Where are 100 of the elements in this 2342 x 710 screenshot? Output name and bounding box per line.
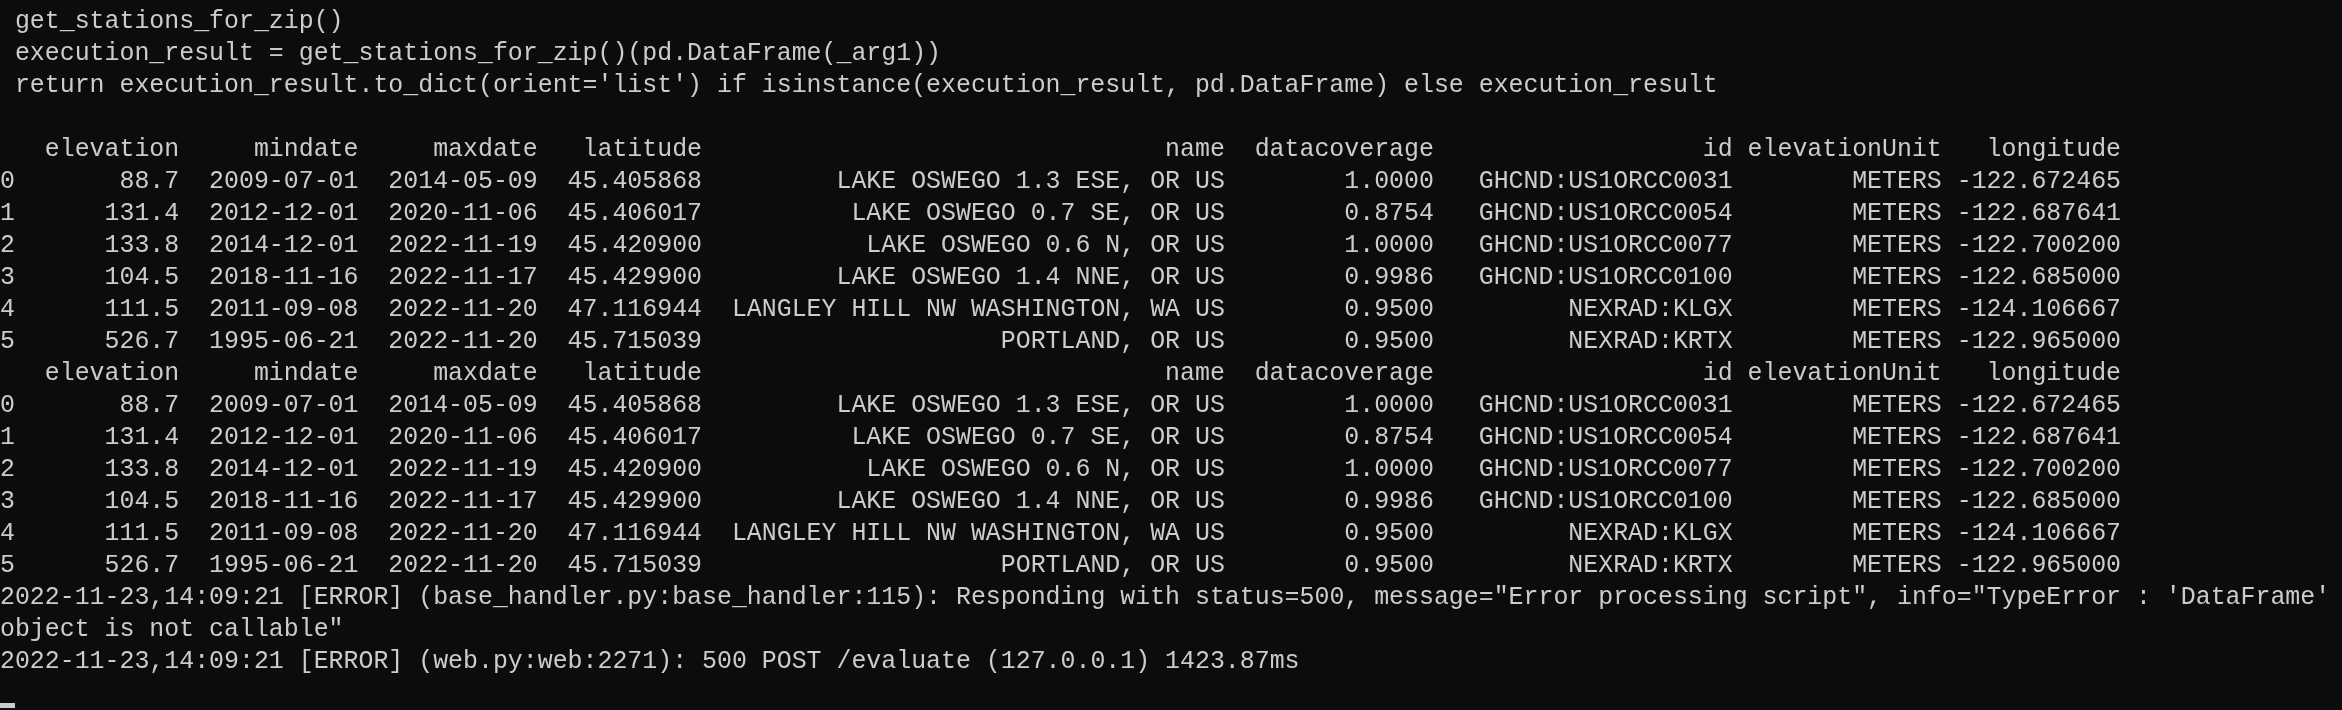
row-index: 2: [0, 454, 15, 485]
table-cell-text: -124.106667: [1956, 518, 2122, 549]
table-cell-text: -122.685000: [1956, 486, 2122, 517]
code-line: return execution_result.to_dict(orient='list') if isinstance(execution_result, pd.DataFrame) else execution_result: [14, 71, 1718, 99]
table-cell-text: -124.106667: [1956, 294, 2122, 325]
table-cell-text: LAKE OSWEGO 0.6 N, OR US: [866, 454, 1225, 485]
table-cell-text: GHCND:US1ORCC0077: [1478, 454, 1733, 485]
table-cell-text: 2014-05-09: [388, 166, 538, 197]
table-cell-text: -122.687641: [1956, 422, 2122, 453]
column-header: elevationUnit: [1747, 358, 1942, 389]
table-cell-text: 45.420900: [567, 454, 703, 485]
column-header: id: [1702, 134, 1733, 165]
table-cell-text: 2011-09-08: [209, 294, 359, 325]
table-cell-text: 45.715039: [567, 550, 703, 581]
column-header: id: [1702, 358, 1733, 389]
text-cursor: [0, 703, 15, 708]
table-cell-text: -122.687641: [1956, 198, 2122, 229]
table-cell-text: 45.405868: [567, 166, 703, 197]
table-cell-text: 104.5: [104, 486, 180, 517]
table-cell-text: 0.8754: [1344, 198, 1434, 229]
table-cell-text: LAKE OSWEGO 1.3 ESE, OR US: [836, 390, 1225, 421]
table-cell-text: 2018-11-16: [209, 262, 359, 293]
table-cell-text: 1995-06-21: [209, 550, 359, 581]
column-header: name: [1165, 134, 1225, 165]
table-cell-text: 2022-11-20: [388, 326, 538, 357]
table-cell-text: 0.8754: [1344, 422, 1434, 453]
table-cell-text: 526.7: [104, 550, 180, 581]
table-cell-text: 47.116944: [567, 294, 703, 325]
table-cell-text: 131.4: [104, 422, 180, 453]
table-cell-text: 2011-09-08: [209, 518, 359, 549]
column-header: longitude: [1986, 134, 2122, 165]
row-index: 5: [0, 550, 15, 581]
table-cell-text: NEXRAD:KLGX: [1568, 294, 1733, 325]
table-cell-text: GHCND:US1ORCC0054: [1478, 422, 1733, 453]
table-cell-text: METERS: [1852, 198, 1942, 229]
table-cell-text: -122.965000: [1956, 550, 2122, 581]
table-cell-text: GHCND:US1ORCC0100: [1478, 486, 1733, 517]
table-cell-text: 2022-11-19: [388, 230, 538, 261]
table-cell-text: 2022-11-17: [388, 262, 538, 293]
table-cell-text: 88.7: [119, 166, 180, 197]
table-cell-text: 2022-11-20: [388, 550, 538, 581]
table-cell-text: PORTLAND, OR US: [1000, 550, 1225, 581]
table-cell-text: 2020-11-06: [388, 198, 538, 229]
table-cell-text: METERS: [1852, 166, 1942, 197]
table-cell-text: GHCND:US1ORCC0054: [1478, 198, 1733, 229]
column-header: datacoverage: [1254, 358, 1434, 389]
table-cell-text: 47.116944: [567, 518, 703, 549]
table-cell-text: 2022-11-19: [388, 454, 538, 485]
table-cell-text: METERS: [1852, 518, 1942, 549]
column-header: maxdate: [433, 358, 538, 389]
column-header: maxdate: [433, 134, 538, 165]
table-cell-text: 2022-11-20: [388, 518, 538, 549]
table-cell-text: 2022-11-20: [388, 294, 538, 325]
table-cell-text: METERS: [1852, 230, 1942, 261]
table-cell-text: 2018-11-16: [209, 486, 359, 517]
table-cell-text: NEXRAD:KLGX: [1568, 518, 1733, 549]
table-cell-text: 2022-11-17: [388, 486, 538, 517]
table-cell-text: LAKE OSWEGO 1.4 NNE, OR US: [836, 486, 1225, 517]
table-cell-text: 0.9986: [1344, 262, 1434, 293]
table-cell-text: LANGLEY HILL NW WASHINGTON, WA US: [731, 518, 1225, 549]
row-index: 2: [0, 230, 15, 261]
row-index: 3: [0, 262, 15, 293]
table-cell-text: 45.715039: [567, 326, 703, 357]
table-cell-text: METERS: [1852, 454, 1942, 485]
column-header: elevation: [44, 134, 180, 165]
table-cell-text: 45.429900: [567, 486, 703, 517]
table-cell-text: GHCND:US1ORCC0031: [1478, 390, 1733, 421]
table-cell-text: 104.5: [104, 262, 180, 293]
column-header: datacoverage: [1254, 134, 1434, 165]
code-line: execution_result = get_stations_for_zip()(pd.DataFrame(_arg1)): [14, 39, 941, 67]
table-cell-text: -122.685000: [1956, 262, 2122, 293]
row-index: 4: [0, 294, 15, 325]
table-cell-text: 0.9500: [1344, 550, 1434, 581]
table-cell-text: -122.700200: [1956, 230, 2122, 261]
table-cell-text: 45.429900: [567, 262, 703, 293]
column-header: longitude: [1986, 358, 2122, 389]
table-cell-text: 2009-07-01: [209, 390, 359, 421]
code-line: get_stations_for_zip(): [14, 7, 344, 35]
table-cell-text: METERS: [1852, 550, 1942, 581]
table-cell-text: 0.9500: [1344, 518, 1434, 549]
table-cell-text: 1.0000: [1344, 390, 1434, 421]
table-cell-text: 88.7: [119, 390, 180, 421]
table-cell-text: 2014-05-09: [388, 390, 538, 421]
table-cell-text: 2012-12-01: [209, 422, 359, 453]
table-cell-text: 133.8: [104, 230, 180, 261]
row-index: 1: [0, 198, 15, 229]
table-cell-text: 0.9500: [1344, 326, 1434, 357]
table-cell-text: 45.420900: [567, 230, 703, 261]
table-cell-text: -122.672465: [1956, 166, 2122, 197]
table-cell-text: 1.0000: [1344, 454, 1434, 485]
row-index: 5: [0, 326, 15, 357]
column-header: latitude: [582, 358, 703, 389]
table-cell-text: GHCND:US1ORCC0077: [1478, 230, 1733, 261]
table-cell-text: 2020-11-06: [388, 422, 538, 453]
table-cell-text: LAKE OSWEGO 0.7 SE, OR US: [851, 422, 1225, 453]
log-line: 2022-11-23,14:09:21 [ERROR] (base_handler.py:base_handler:115): Responding with status=500, message="Error processing script", info="TypeError : 'DataFrame' object is not callable": [0, 582, 2332, 645]
table-cell-text: 2009-07-01: [209, 166, 359, 197]
row-index: 0: [0, 166, 15, 197]
table-cell-text: 111.5: [104, 518, 180, 549]
column-header: mindate: [253, 134, 359, 165]
